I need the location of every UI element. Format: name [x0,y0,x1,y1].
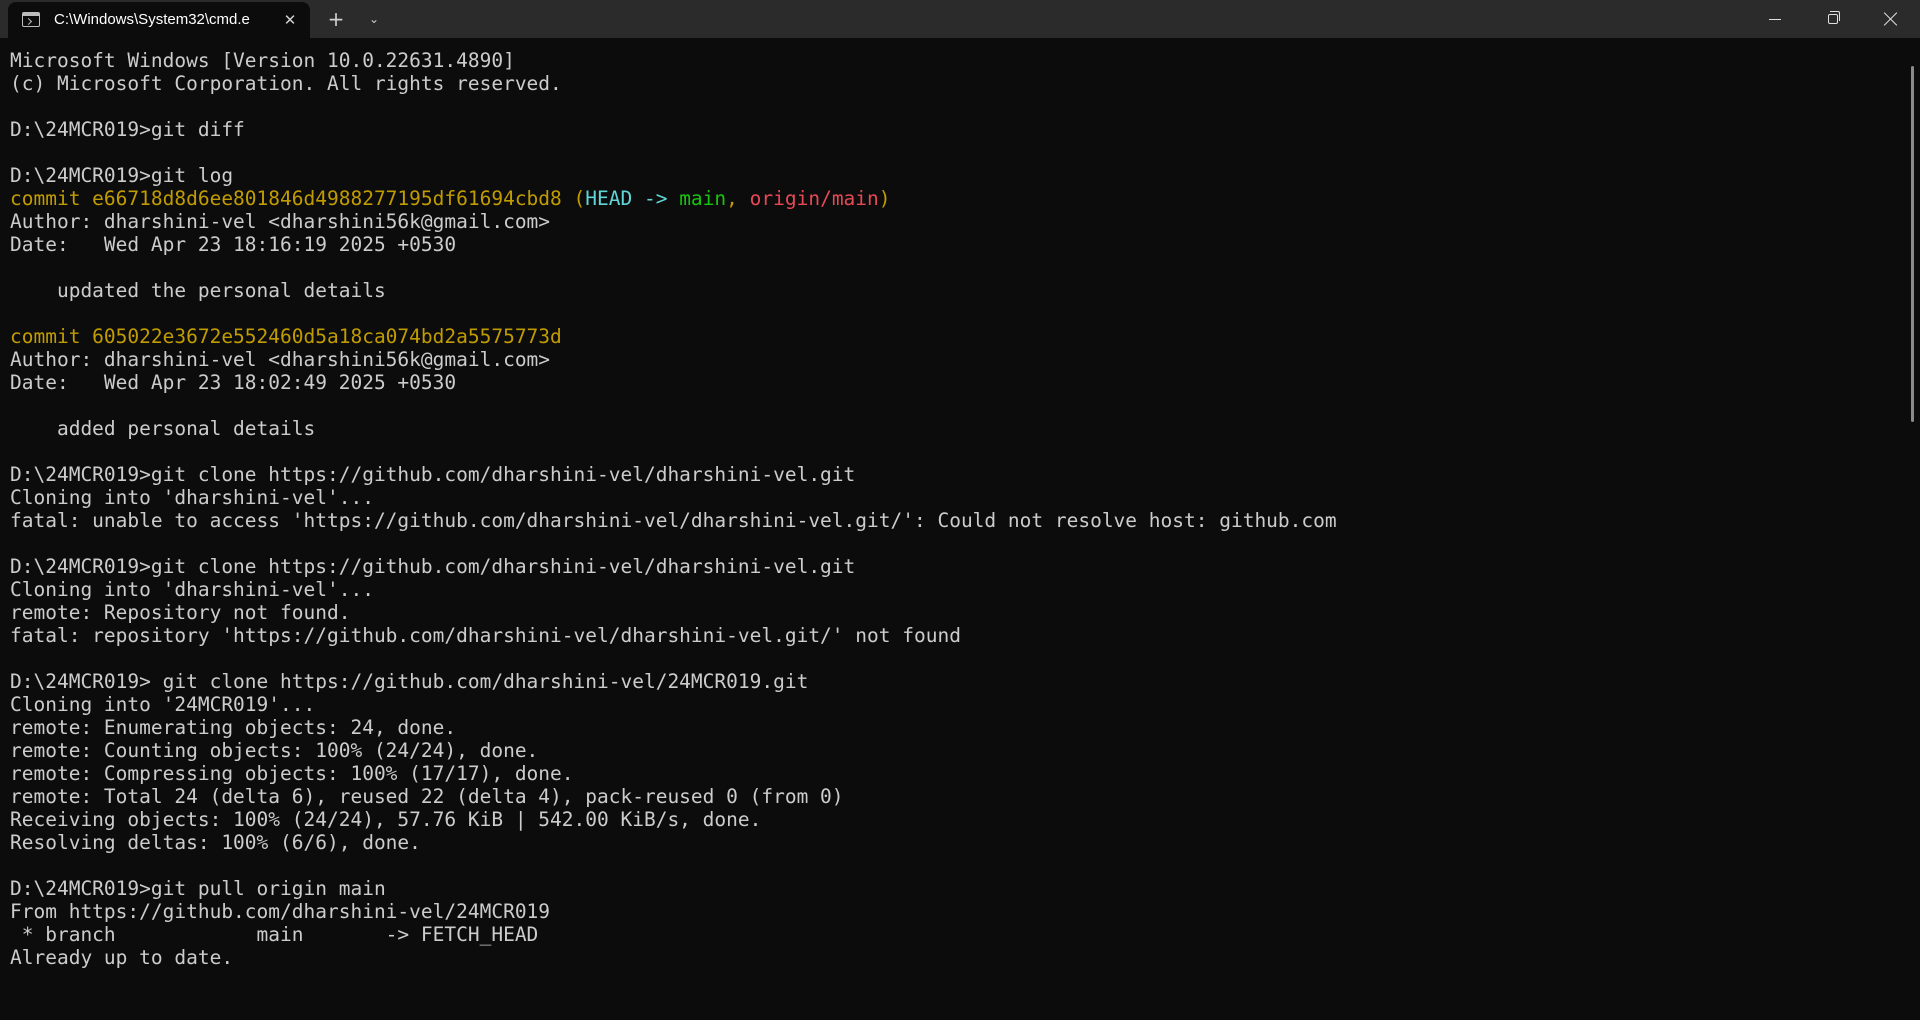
terminal-text-segment: origin/main [749,187,879,210]
terminal-line: fatal: repository 'https://github.com/dh… [10,624,1908,647]
terminal-line: remote: Counting objects: 100% (24/24), … [10,739,1908,762]
maximize-button[interactable] [1804,0,1862,38]
title-bar[interactable]: C:\Windows\System32\cmd.e ✕ + ⌄ [0,0,1920,38]
terminal-text-segment: commit 605022e3672e552460d5a18ca074bd2a5… [10,325,562,348]
terminal-line: Date: Wed Apr 23 18:02:49 2025 +0530 [10,371,1908,394]
terminal-output[interactable]: Microsoft Windows [Version 10.0.22631.48… [0,38,1908,1020]
terminal-text-segment: Microsoft Windows [Version 10.0.22631.48… [10,49,515,72]
terminal-text-segment: , [726,187,750,210]
terminal-text-segment: Already up to date. [10,946,234,969]
terminal-line: Already up to date. [10,946,1908,969]
terminal-line: Resolving deltas: 100% (6/6), done. [10,831,1908,854]
close-window-button[interactable] [1862,0,1920,38]
terminal-line: D:\24MCR019> git clone https://github.co… [10,670,1908,693]
terminal-text-segment: D:\24MCR019>git clone https://github.com… [10,463,856,486]
terminal-line: commit 605022e3672e552460d5a18ca074bd2a5… [10,325,1908,348]
terminal-line: * branch main -> FETCH_HEAD [10,923,1908,946]
terminal-line: fatal: unable to access 'https://github.… [10,509,1908,532]
terminal-line: Receiving objects: 100% (24/24), 57.76 K… [10,808,1908,831]
terminal-text-segment: fatal: repository 'https://github.com/dh… [10,624,961,647]
terminal-text-segment: * branch main -> FETCH_HEAD [10,923,539,946]
new-tab-button[interactable]: + [320,4,352,34]
terminal-line: D:\24MCR019>git clone https://github.com… [10,463,1908,486]
terminal-text-segment: remote: Enumerating objects: 24, done. [10,716,457,739]
tab-title: C:\Windows\System32\cmd.e [54,11,250,28]
terminal-line: D:\24MCR019>git log [10,164,1908,187]
terminal-line: Date: Wed Apr 23 18:16:19 2025 +0530 [10,233,1908,256]
terminal-text-segment: added personal details [10,417,316,440]
terminal-text-segment: D:\24MCR019>git clone https://github.com… [10,555,856,578]
terminal-line: D:\24MCR019>git diff [10,118,1908,141]
terminal-text-segment: Receiving objects: 100% (24/24), 57.76 K… [10,808,762,831]
terminal-text-segment: (c) Microsoft Corporation. All rights re… [10,72,562,95]
terminal-line: Author: dharshini-vel <dharshini56k@gmai… [10,210,1908,233]
close-icon [1884,12,1898,26]
terminal-line: remote: Enumerating objects: 24, done. [10,716,1908,739]
terminal-text-segment: commit e66718d8d6ee801846d4988277195df61… [10,187,586,210]
terminal-line: Cloning into '24MCR019'... [10,693,1908,716]
terminal-text-segment: updated the personal details [10,279,386,302]
terminal-text-segment: main [679,187,727,210]
terminal-line: D:\24MCR019>git clone https://github.com… [10,555,1908,578]
terminal-text-segment: Date: Wed Apr 23 18:02:49 2025 +0530 [10,371,457,394]
close-tab-icon[interactable]: ✕ [280,10,300,30]
terminal-text-segment: fatal: unable to access 'https://github.… [10,509,1337,532]
terminal-text-segment: Author: dharshini-vel <dharshini56k@gmai… [10,210,551,233]
terminal-text-segment: D:\24MCR019>git diff [10,118,245,141]
terminal-text-segment: Cloning into 'dharshini-vel'... [10,486,374,509]
terminal-text-segment: Cloning into 'dharshini-vel'... [10,578,374,601]
terminal-line: commit e66718d8d6ee801846d4988277195df61… [10,187,1908,210]
tab-cmd[interactable]: C:\Windows\System32\cmd.e ✕ [8,2,310,38]
terminal-text-segment: Author: dharshini-vel <dharshini56k@gmai… [10,348,551,371]
terminal-window: C:\Windows\System32\cmd.e ✕ + ⌄ Microsof… [0,0,1920,1020]
terminal-line: (c) Microsoft Corporation. All rights re… [10,72,1908,95]
terminal-text-segment: Cloning into '24MCR019'... [10,693,316,716]
terminal-line: updated the personal details [10,279,1908,302]
terminal-text-segment: From https://github.com/dharshini-vel/24… [10,900,551,923]
chevron-down-icon[interactable]: ⌄ [360,4,388,34]
vertical-scrollbar[interactable] [1908,38,1920,1020]
terminal-text-segment: Resolving deltas: 100% (6/6), done. [10,831,421,854]
terminal-text-segment: remote: Compressing objects: 100% (17/17… [10,762,574,785]
terminal-line: Microsoft Windows [Version 10.0.22631.48… [10,49,1908,72]
scrollbar-thumb[interactable] [1911,66,1914,422]
terminal-text: Microsoft Windows [Version 10.0.22631.48… [0,38,1908,969]
terminal-line: remote: Repository not found. [10,601,1908,624]
terminal-line: D:\24MCR019>git pull origin main [10,877,1908,900]
terminal-text-segment: ) [878,187,891,210]
minimize-icon [1769,18,1781,20]
terminal-text-segment: Date: Wed Apr 23 18:16:19 2025 +0530 [10,233,457,256]
cmd-icon [22,12,40,27]
terminal-text-segment: HEAD -> [585,187,680,210]
terminal-text-segment: D:\24MCR019> git clone https://github.co… [10,670,809,693]
terminal-text-segment: remote: Repository not found. [10,601,351,624]
terminal-text-segment: remote: Counting objects: 100% (24/24), … [10,739,539,762]
terminal-line: From https://github.com/dharshini-vel/24… [10,900,1908,923]
terminal-line: Cloning into 'dharshini-vel'... [10,578,1908,601]
terminal-text-segment: D:\24MCR019>git log [10,164,234,187]
restore-icon [1828,11,1840,24]
terminal-line: Author: dharshini-vel <dharshini56k@gmai… [10,348,1908,371]
terminal-text-segment: D:\24MCR019>git pull origin main [10,877,386,900]
terminal-line: remote: Total 24 (delta 6), reused 22 (d… [10,785,1908,808]
terminal-line: added personal details [10,417,1908,440]
minimize-button[interactable] [1746,0,1804,38]
terminal-text-segment: remote: Total 24 (delta 6), reused 22 (d… [10,785,844,808]
terminal-line: Cloning into 'dharshini-vel'... [10,486,1908,509]
terminal-line: remote: Compressing objects: 100% (17/17… [10,762,1908,785]
